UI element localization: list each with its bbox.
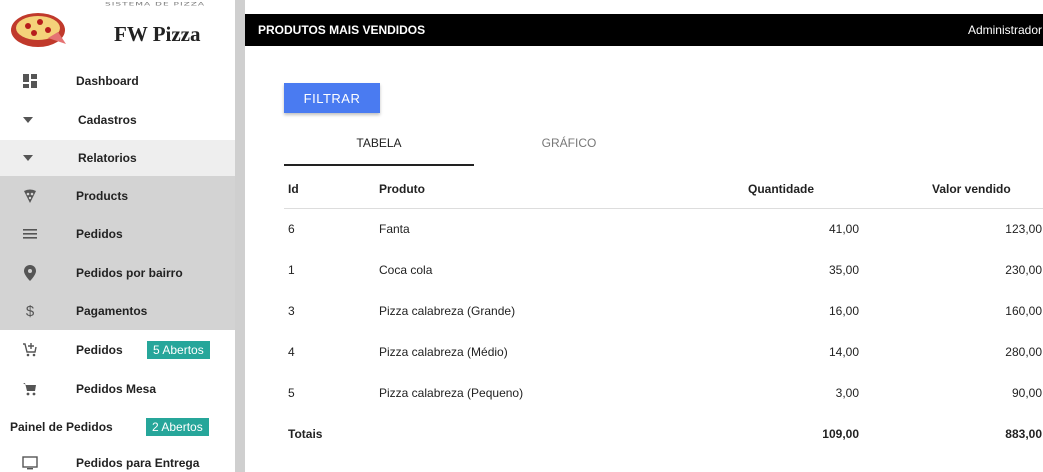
cell-valor: 123,00 <box>1005 221 1042 236</box>
logo-subtitle: SISTEMA DE PIZZA <box>105 2 206 7</box>
sidebar-item-label: Dashboard <box>76 74 139 88</box>
sidebar-item-pedidos-por-bairro[interactable]: Pedidos por bairro <box>0 253 235 292</box>
table-row[interactable]: 3 Pizza calabreza (Grande) 16,00 160,00 <box>284 290 1043 331</box>
totals-quantidade: 109,00 <box>822 426 859 441</box>
sidebar-item-pedidos-mesa[interactable]: Pedidos Mesa <box>0 371 235 407</box>
sidebar: SISTEMA DE PIZZA FW Pizza Dashboard Cada… <box>0 0 235 472</box>
sidebar-item-label: Pedidos Mesa <box>76 382 157 396</box>
sidebar-item-label: Pagamentos <box>76 304 148 318</box>
table-header-row: Id Produto Quantidade Valor vendido <box>284 170 1043 209</box>
sidebar-item-label: Pedidos <box>76 343 123 357</box>
cell-id: 6 <box>288 221 295 236</box>
cell-quantidade: 14,00 <box>828 344 859 359</box>
sidebar-item-label: Pedidos <box>76 227 123 241</box>
list-icon <box>22 226 38 242</box>
column-header-valor[interactable]: Valor vendido <box>859 170 1043 209</box>
totals-empty-cell <box>379 413 704 454</box>
totals-label: Totais <box>288 426 323 441</box>
tab-tabela[interactable]: TABELA <box>284 136 474 166</box>
caret-down-icon <box>20 150 36 166</box>
sidebar-item-pedidos-para-entrega[interactable]: Pedidos para Entrega <box>0 448 235 472</box>
cell-quantidade: 16,00 <box>828 303 859 318</box>
column-header-id[interactable]: Id <box>284 170 379 209</box>
column-header-produto[interactable]: Produto <box>379 170 704 209</box>
cell-valor: 90,00 <box>1011 385 1042 400</box>
cell-valor: 160,00 <box>1005 303 1042 318</box>
caret-down-icon <box>20 112 36 128</box>
open-orders-badge: 5 Abertos <box>147 341 210 359</box>
cell-produto: Pizza calabreza (Grande) <box>379 303 516 318</box>
cell-id: 1 <box>288 262 295 277</box>
tab-grafico[interactable]: GRÁFICO <box>474 136 664 166</box>
cell-produto: Coca cola <box>379 262 433 277</box>
filter-button[interactable]: FILTRAR <box>284 83 380 113</box>
cell-produto: Pizza calabreza (Pequeno) <box>379 385 524 400</box>
sidebar-item-painel-de-pedidos[interactable]: Painel de Pedidos 2 Abertos <box>0 409 235 445</box>
cell-produto: Fanta <box>379 221 410 236</box>
sidebar-item-relatorios[interactable]: Relatorios <box>0 140 235 176</box>
pizza-logo-icon <box>11 13 66 47</box>
cell-quantidade: 3,00 <box>835 385 859 400</box>
sidebar-item-label: Cadastros <box>78 113 137 127</box>
sidebar-item-dashboard[interactable]: Dashboard <box>0 66 235 96</box>
pizza-slice-icon <box>22 188 38 204</box>
sidebar-item-pedidos[interactable]: Pedidos <box>0 215 235 253</box>
sidebar-item-pagamentos[interactable]: $ Pagamentos <box>0 292 235 330</box>
logo-brand: FW Pizza <box>114 22 201 46</box>
cell-id: 5 <box>288 385 295 400</box>
sidebar-resize-handle[interactable] <box>235 0 245 472</box>
cell-id: 4 <box>288 344 295 359</box>
sidebar-item-products[interactable]: Products <box>0 176 235 215</box>
totals-valor: 883,00 <box>1005 426 1042 441</box>
page-title: PRODUTOS MAIS VENDIDOS <box>258 23 426 37</box>
cell-quantidade: 35,00 <box>828 262 859 277</box>
top-bar: PRODUTOS MAIS VENDIDOS Administrador <box>245 14 1043 46</box>
monitor-icon <box>22 455 38 471</box>
sidebar-item-label: Relatorios <box>78 151 137 165</box>
sidebar-item-label: Painel de Pedidos <box>10 420 113 434</box>
sidebar-item-label: Pedidos para Entrega <box>76 456 200 470</box>
column-header-quantidade[interactable]: Quantidade <box>704 170 859 209</box>
cell-valor: 230,00 <box>1005 262 1042 277</box>
table-row[interactable]: 5 Pizza calabreza (Pequeno) 3,00 90,00 <box>284 372 1043 413</box>
cart-icon <box>22 381 38 397</box>
sales-table: Id Produto Quantidade Valor vendido 6 Fa… <box>284 170 1043 454</box>
sidebar-item-label: Products <box>76 188 129 203</box>
dollar-icon: $ <box>25 302 35 320</box>
cell-produto: Pizza calabreza (Médio) <box>379 344 508 359</box>
cell-id: 3 <box>288 303 295 318</box>
table-row[interactable]: 6 Fanta 41,00 123,00 <box>284 208 1043 249</box>
totals-row: Totais 109,00 883,00 <box>284 413 1043 454</box>
open-panel-badge: 2 Abertos <box>146 418 209 436</box>
user-menu[interactable]: Administrador <box>968 23 1042 37</box>
sidebar-item-pedidos-abertos[interactable]: Pedidos 5 Abertos <box>0 332 235 368</box>
sidebar-item-label: Pedidos por bairro <box>76 265 183 280</box>
logo[interactable]: SISTEMA DE PIZZA FW Pizza <box>0 0 235 60</box>
table-row[interactable]: 4 Pizza calabreza (Médio) 14,00 280,00 <box>284 331 1043 372</box>
cell-valor: 280,00 <box>1005 344 1042 359</box>
table-row[interactable]: 1 Coca cola 35,00 230,00 <box>284 249 1043 290</box>
cell-quantidade: 41,00 <box>828 221 859 236</box>
dashboard-icon <box>22 73 38 89</box>
sidebar-item-cadastros[interactable]: Cadastros <box>0 104 235 136</box>
map-pin-icon <box>22 264 38 281</box>
add-cart-icon <box>22 342 38 358</box>
